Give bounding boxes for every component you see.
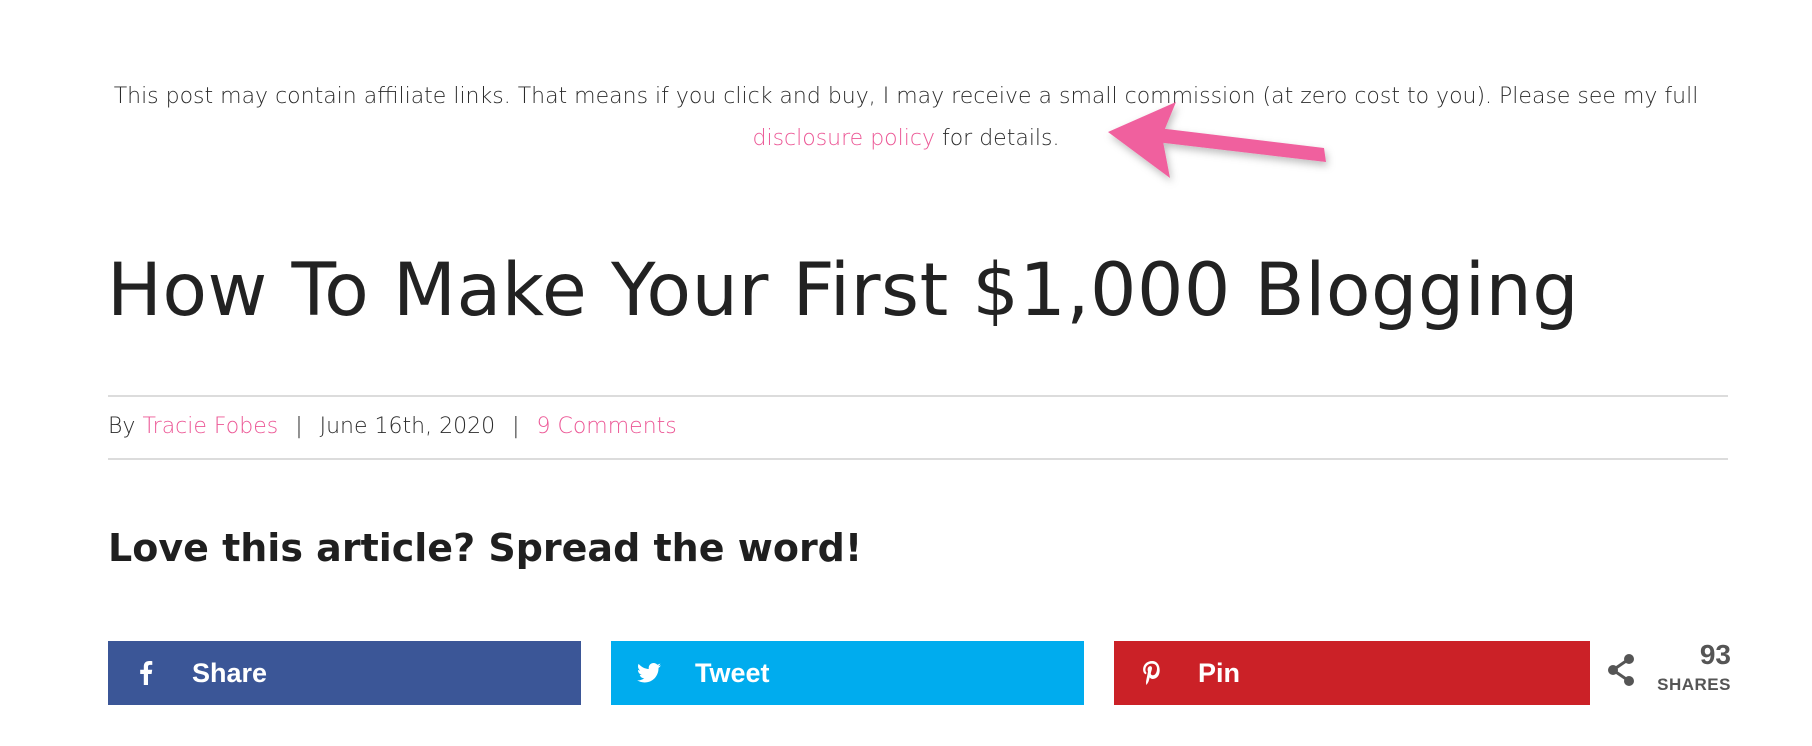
annotation-arrow-icon bbox=[1108, 102, 1326, 178]
author-link[interactable]: Tracie Fobes bbox=[142, 414, 278, 439]
disclaimer-text: This post may contain affiliate links. T… bbox=[113, 84, 1699, 109]
meta-separator: | bbox=[295, 414, 303, 439]
affiliate-disclaimer: This post may contain affiliate links. T… bbox=[60, 76, 1752, 160]
article-meta: By Tracie Fobes | June 16th, 2020 | 9 Co… bbox=[108, 410, 677, 444]
facebook-icon bbox=[134, 661, 158, 685]
meta-divider-bottom bbox=[108, 458, 1728, 460]
meta-separator: | bbox=[512, 414, 520, 439]
share-count-value: 93 bbox=[1699, 639, 1731, 670]
twitter-icon bbox=[637, 661, 661, 685]
facebook-share-label: Share bbox=[192, 657, 268, 688]
share-count-label: SHARES bbox=[1657, 675, 1731, 694]
share-counter: 93 SHARES bbox=[1606, 639, 1731, 709]
publish-date: June 16th, 2020 bbox=[319, 414, 496, 439]
facebook-share-button[interactable]: Share bbox=[108, 641, 581, 705]
pinterest-pin-label: Pin bbox=[1198, 657, 1241, 688]
pinterest-pin-button[interactable]: Pin bbox=[1114, 641, 1590, 705]
meta-divider-top bbox=[108, 395, 1728, 397]
comments-link[interactable]: 9 Comments bbox=[537, 414, 677, 439]
share-heading: Love this article? Spread the word! bbox=[108, 526, 863, 570]
share-nodes-icon bbox=[1608, 654, 1634, 686]
article-title: How To Make Your First $1,000 Blogging bbox=[107, 248, 1580, 333]
twitter-tweet-button[interactable]: Tweet bbox=[611, 641, 1084, 705]
disclosure-policy-link[interactable]: disclosure policy bbox=[753, 126, 935, 151]
twitter-tweet-label: Tweet bbox=[695, 657, 770, 688]
pinterest-icon bbox=[1140, 661, 1164, 685]
byline-prefix: By bbox=[108, 414, 136, 439]
disclaimer-text-end: for details. bbox=[934, 126, 1060, 151]
